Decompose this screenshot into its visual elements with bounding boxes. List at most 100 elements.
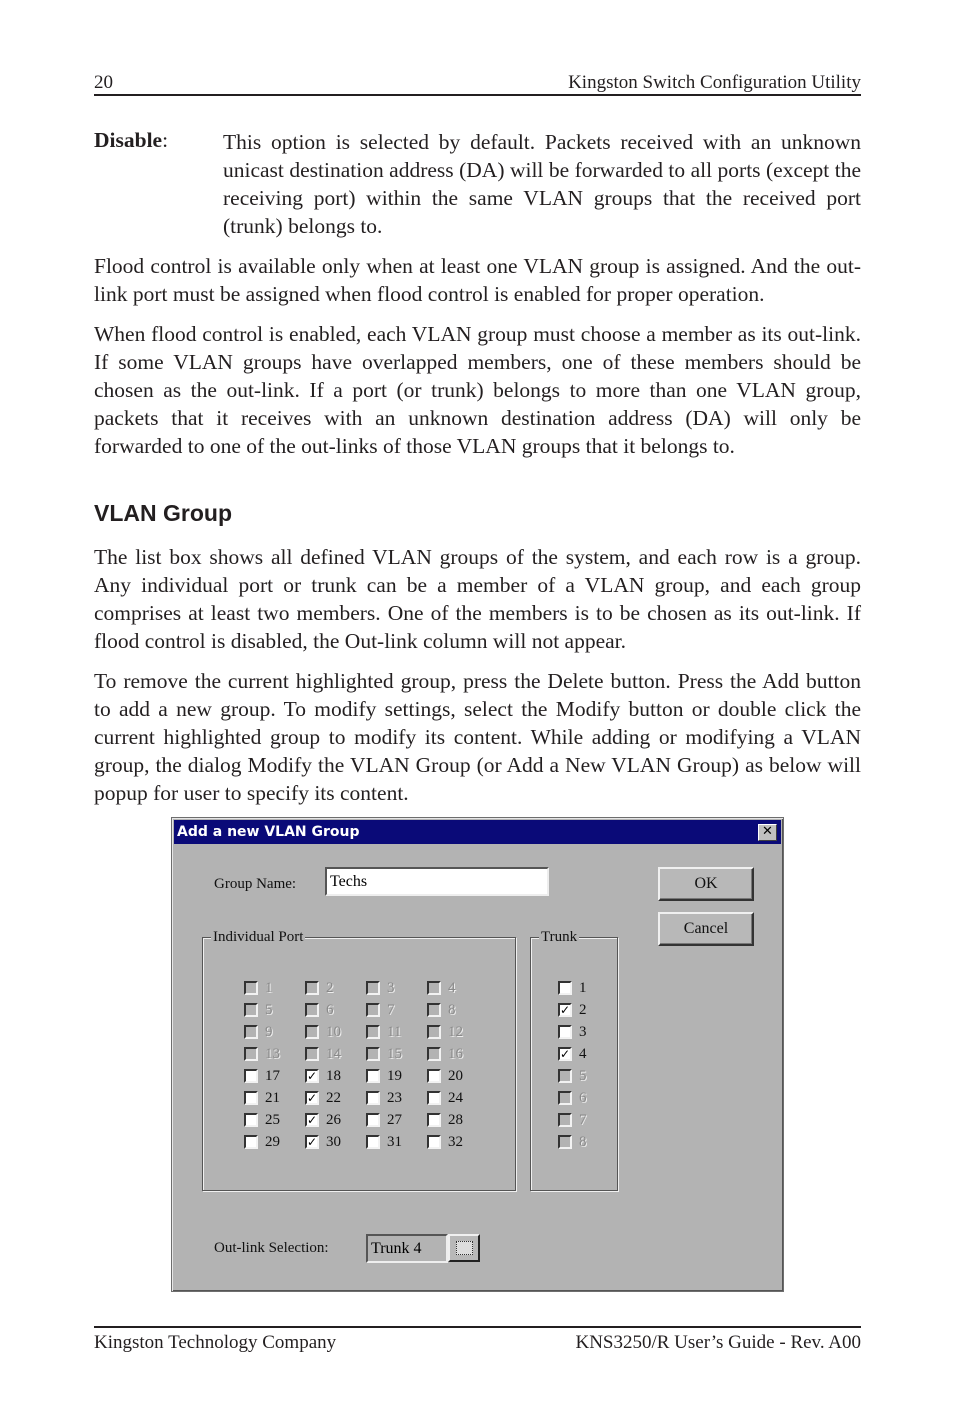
checkbox-box xyxy=(427,1135,441,1149)
port-checkbox-label: 6 xyxy=(326,1002,334,1018)
port-checkbox-label: 3 xyxy=(387,980,395,996)
checkbox-box xyxy=(244,1113,258,1127)
checkbox-box xyxy=(244,1069,258,1083)
checkbox-box xyxy=(244,981,258,995)
port-checkbox-label: 13 xyxy=(265,1046,280,1062)
cancel-button[interactable]: Cancel xyxy=(658,912,754,946)
paragraph-remove: To remove the current highlighted group,… xyxy=(94,669,861,805)
individual-port-group: Individual Port 1 2 3 4 5 6 7 8 9 10 11 12 13 14 15 16 1… xyxy=(202,928,516,1191)
group-name-input[interactable] xyxy=(325,867,549,896)
port-checkbox-label: 9 xyxy=(265,1024,273,1040)
checkbox-box xyxy=(366,1135,380,1149)
checkmark-icon: ✓ xyxy=(558,1003,572,1017)
checkbox-box xyxy=(558,1135,572,1149)
port-checkbox-label: 22 xyxy=(326,1090,341,1106)
section-title: VLAN Group xyxy=(94,500,232,526)
checkbox-box xyxy=(305,1003,319,1017)
trunk-checkbox-label: 5 xyxy=(579,1068,587,1084)
checkbox-box xyxy=(366,1003,380,1017)
close-icon: ✕ xyxy=(762,824,773,839)
dialog-titlebar: Add a new VLAN Group ✕ xyxy=(174,820,781,844)
trunk-checkbox-label: 3 xyxy=(579,1024,587,1040)
checkbox-box xyxy=(366,981,380,995)
running-title: Kingston Switch Configuration Utility xyxy=(568,72,861,93)
checkbox-box xyxy=(305,1025,319,1039)
outlink-input[interactable] xyxy=(366,1234,448,1263)
checkmark-icon: ✓ xyxy=(305,1069,319,1083)
port-checkbox-label: 30 xyxy=(326,1134,341,1150)
checkbox-box xyxy=(244,1091,258,1105)
port-checkbox-label: 1 xyxy=(265,980,273,996)
term-label: Disable xyxy=(94,128,163,152)
port-checkbox-label: 32 xyxy=(448,1134,463,1150)
checkbox-box xyxy=(366,1025,380,1039)
trunk-checkbox-label: 6 xyxy=(579,1090,587,1106)
group-name-label: Group Name: xyxy=(214,876,297,892)
checkbox-box xyxy=(244,1025,258,1039)
trunk-group: Trunk 1 ✓ 2 3 ✓ 4 5 6 7 8 xyxy=(530,928,618,1191)
paragraph-list-box: The list box shows all defined VLAN grou… xyxy=(94,545,861,653)
trunk-checkbox-label: 2 xyxy=(579,1002,587,1018)
checkbox-box xyxy=(558,981,572,995)
outlink-label: Out-link Selection: xyxy=(214,1240,329,1256)
port-checkbox-label: 17 xyxy=(265,1068,280,1084)
port-checkbox-label: 8 xyxy=(448,1002,456,1018)
page-header: 20 Kingston Switch Configuration Utility xyxy=(94,70,861,96)
trunk-label: Trunk xyxy=(539,928,580,946)
definition-body: This option is selected by default. Pack… xyxy=(223,130,861,238)
checkbox-box xyxy=(366,1113,380,1127)
port-checkbox-label: 21 xyxy=(265,1090,280,1106)
checkbox-box xyxy=(427,1047,441,1061)
port-checkbox-label: 12 xyxy=(448,1024,463,1040)
checkbox-box xyxy=(427,981,441,995)
definition-term: Disable: xyxy=(94,128,168,153)
port-checkbox-label: 29 xyxy=(265,1134,280,1150)
checkmark-icon: ✓ xyxy=(558,1047,572,1061)
page-number: 20 xyxy=(94,72,113,93)
checkbox-box xyxy=(244,1003,258,1017)
add-vlan-group-dialog: Add a new VLAN Group ✕ Group Name: OK Ca… xyxy=(171,817,784,1292)
checkbox-box xyxy=(305,1047,319,1061)
port-checkbox-label: 2 xyxy=(326,980,334,996)
paragraph-flood-control: Flood control is available only when at … xyxy=(94,254,861,306)
port-checkbox-label: 7 xyxy=(387,1002,395,1018)
checkbox-box xyxy=(366,1069,380,1083)
port-checkbox-label: 11 xyxy=(387,1024,402,1040)
port-checkbox-label: 26 xyxy=(326,1112,341,1128)
checkmark-icon: ✓ xyxy=(305,1113,319,1127)
page-footer: Kingston Technology Company KNS3250/R Us… xyxy=(94,1326,861,1358)
port-checkbox-label: 16 xyxy=(448,1046,463,1062)
port-checkbox-label: 28 xyxy=(448,1112,463,1128)
trunk-checkbox-label: 4 xyxy=(579,1046,587,1062)
port-checkbox-label: 24 xyxy=(448,1090,463,1106)
port-checkbox-label: 18 xyxy=(326,1068,341,1084)
checkbox-box xyxy=(558,1069,572,1083)
browse-icon xyxy=(456,1241,473,1255)
trunk-checkbox-label: 7 xyxy=(579,1112,587,1128)
port-checkbox-label: 4 xyxy=(448,980,456,996)
checkbox-box xyxy=(558,1025,572,1039)
checkbox-box xyxy=(366,1091,380,1105)
checkbox-box xyxy=(558,1091,572,1105)
checkmark-icon: ✓ xyxy=(305,1091,319,1105)
checkbox-box xyxy=(244,1135,258,1149)
port-checkbox-label: 23 xyxy=(387,1090,402,1106)
outlink-browse-button[interactable] xyxy=(448,1234,480,1262)
port-checkbox-label: 15 xyxy=(387,1046,402,1062)
port-checkbox-label: 25 xyxy=(265,1112,280,1128)
checkmark-icon: ✓ xyxy=(305,1135,319,1149)
checkbox-box xyxy=(558,1113,572,1127)
trunk-checkbox-label: 1 xyxy=(579,980,587,996)
close-button[interactable]: ✕ xyxy=(758,824,777,841)
checkbox-box xyxy=(427,1113,441,1127)
port-checkbox-label: 14 xyxy=(326,1046,341,1062)
port-checkbox-label: 5 xyxy=(265,1002,273,1018)
dialog-title: Add a new VLAN Group xyxy=(177,824,360,840)
checkbox-box xyxy=(366,1047,380,1061)
port-checkbox-label: 31 xyxy=(387,1134,402,1150)
checkbox-box xyxy=(427,1091,441,1105)
checkbox-box xyxy=(427,1003,441,1017)
term-colon: : xyxy=(162,128,169,152)
ok-button[interactable]: OK xyxy=(658,867,754,901)
port-checkbox-label: 27 xyxy=(387,1112,402,1128)
